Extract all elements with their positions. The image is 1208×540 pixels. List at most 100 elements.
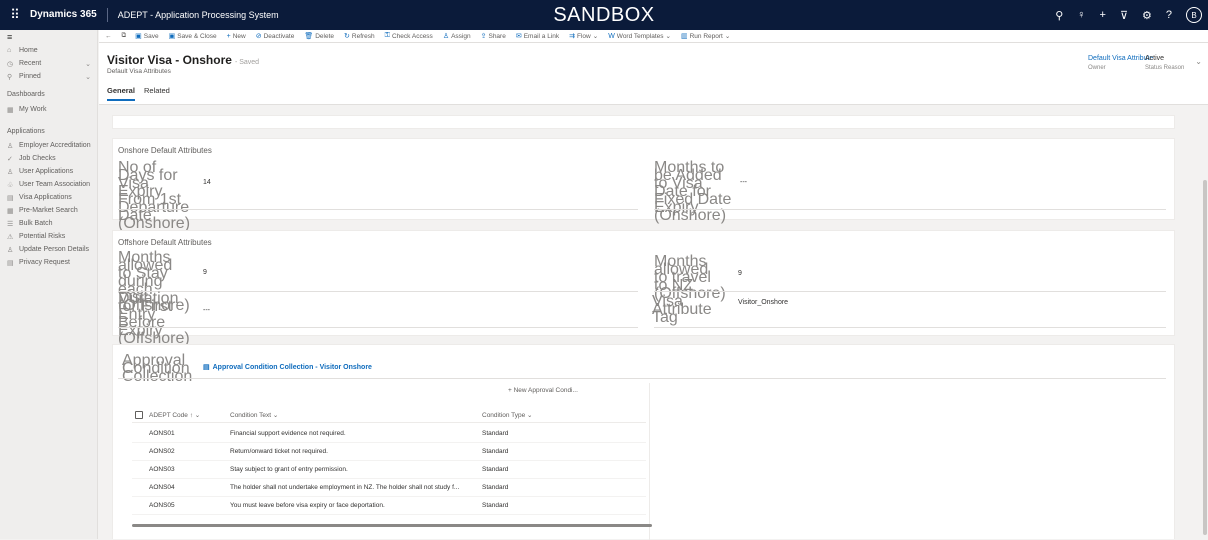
save-close-icon: ▣: [168, 33, 176, 40]
run-report-button[interactable]: ▥ Run Report ⌄: [676, 32, 735, 41]
email-link-button[interactable]: ✉ Email a Link: [511, 32, 564, 41]
table-row[interactable]: AONS01 Financial support evidence not re…: [132, 425, 646, 443]
duration-first-entry-value[interactable]: ---: [203, 307, 210, 314]
lightbulb-icon[interactable]: ♀: [1077, 9, 1085, 21]
sidebar-item-pre-market-search[interactable]: ▦ Pre-Market Search: [0, 204, 97, 217]
offshore-section: Offshore Default Attributes Months allow…: [112, 230, 1175, 347]
sidebar-item-pinned[interactable]: ⚲ Pinned ⌄: [0, 70, 97, 83]
word-templates-button[interactable]: W Word Templates ⌄: [603, 32, 676, 41]
column-header-condition-text[interactable]: Condition Text ⌄: [230, 411, 480, 419]
warning-icon: ⚠: [7, 233, 14, 241]
back-arrow-icon[interactable]: ←: [99, 33, 116, 40]
share-icon: ⇪: [480, 33, 487, 40]
avatar[interactable]: B: [1186, 7, 1202, 23]
app-name[interactable]: ADEPT - Application Processing System: [108, 10, 279, 20]
column-divider: [649, 383, 650, 540]
check-icon: ✓: [7, 155, 13, 163]
column-header-condition-type[interactable]: Condition Type ⌄: [482, 411, 533, 419]
sidebar-item-home[interactable]: ⌂ Home: [0, 44, 97, 57]
divider: [654, 291, 1166, 292]
sidebar-item-my-work[interactable]: ▦ My Work: [0, 103, 97, 116]
months-added-value[interactable]: ---: [740, 179, 747, 186]
months-stay-value[interactable]: 9: [203, 269, 207, 276]
sidebar-item-bulk-batch[interactable]: ☰ Bulk Batch: [0, 217, 97, 230]
page-title: Visitor Visa - Onshore - Saved: [107, 53, 260, 67]
sidebar-item-user-team-association[interactable]: ♧ User Team Association: [0, 178, 97, 191]
no-of-days-value[interactable]: 14: [203, 179, 211, 186]
sidebar: ≡ ⌂ Home ◷ Recent ⌄ ⚲ Pinned ⌄ Dashboards ▦ My…: [0, 30, 98, 539]
adept-code-cell[interactable]: AONS04: [149, 484, 175, 491]
vertical-scrollbar[interactable]: [1203, 180, 1207, 535]
condition-type-cell: Standard: [482, 502, 509, 509]
plus-icon[interactable]: +: [1100, 9, 1106, 21]
search-icon[interactable]: ⚲: [1055, 9, 1063, 22]
sidebar-item-employer-accreditation[interactable]: ♙ Employer Accreditation: [0, 139, 97, 152]
flow-button[interactable]: ⇉ Flow ⌄: [564, 32, 603, 41]
adept-code-cell[interactable]: AONS02: [149, 448, 175, 455]
sidebar-item-job-checks[interactable]: ✓ Job Checks: [0, 152, 97, 165]
months-travel-value[interactable]: 9: [738, 270, 742, 277]
help-icon[interactable]: ?: [1166, 9, 1172, 21]
chevron-down-icon: ⌄: [85, 60, 91, 68]
app-launcher-icon[interactable]: ⠿: [0, 0, 30, 30]
chevron-down-icon: ⌄: [85, 73, 91, 81]
popout-icon[interactable]: ⧉: [116, 32, 131, 40]
share-button[interactable]: ⇪ Share: [476, 32, 511, 41]
adept-code-cell[interactable]: AONS05: [149, 502, 175, 509]
horizontal-scrollbar[interactable]: [132, 524, 652, 527]
hamburger-icon[interactable]: ≡: [0, 30, 97, 44]
new-approval-condition-button[interactable]: + New Approval Condi...: [508, 387, 578, 394]
condition-text-cell: You must leave before visa expiry or fac…: [230, 502, 385, 509]
conditions-section: Approval Condition Collection ▤ Approval …: [112, 344, 1175, 540]
tab-related[interactable]: Related: [144, 86, 170, 101]
delete-button[interactable]: 🗑 Delete: [299, 32, 339, 41]
table-row[interactable]: AONS05 You must leave before visa expiry…: [132, 497, 646, 515]
dashboard-icon: ▦: [7, 106, 14, 114]
filter-icon[interactable]: ⊽: [1120, 9, 1128, 22]
assign-button[interactable]: ♙ Assign: [438, 32, 476, 41]
list-icon: ☰: [7, 220, 14, 228]
table-row[interactable]: AONS04 The holder shall not undertake em…: [132, 479, 646, 497]
section-title: Offshore Default Attributes: [118, 238, 212, 247]
save-close-button[interactable]: ▣ Save & Close: [164, 32, 222, 41]
sidebar-item-user-applications[interactable]: ♙ User Applications: [0, 165, 97, 178]
deactivate-icon: ⊘: [255, 33, 262, 40]
check-access-button[interactable]: ⚿ Check Access: [380, 32, 438, 40]
chevron-down-icon: ⌄: [592, 33, 599, 40]
form-body: Onshore Default Attributes No of Days fo…: [99, 106, 1200, 540]
flow-icon: ⇉: [569, 33, 575, 40]
visa-attribute-tag-value[interactable]: Visitor_Onshore: [738, 299, 788, 306]
assign-icon: ♙: [442, 33, 450, 40]
word-icon: W: [608, 32, 615, 40]
brand-label[interactable]: Dynamics 365: [30, 8, 108, 22]
sidebar-item-privacy-request[interactable]: ▤ Privacy Request: [0, 256, 97, 269]
tab-general[interactable]: General: [107, 86, 135, 101]
sidebar-item-recent[interactable]: ◷ Recent ⌄: [0, 57, 97, 70]
save-button[interactable]: ▣ Save: [130, 32, 163, 41]
grid-header: ADEPT Code ↑ ⌄ Condition Text ⌄ Conditio…: [132, 407, 646, 423]
select-all-checkbox[interactable]: [135, 410, 143, 419]
condition-collection-link[interactable]: ▤ Approval Condition Collection - Visitor…: [203, 363, 372, 372]
chevron-down-icon[interactable]: ⌄: [1195, 57, 1202, 66]
refresh-button[interactable]: ↻ Refresh: [339, 32, 380, 41]
adept-code-cell[interactable]: AONS01: [149, 430, 175, 437]
new-button[interactable]: + New: [222, 33, 251, 40]
sidebar-item-visa-applications[interactable]: ▤ Visa Applications: [0, 191, 97, 204]
status-reason-value: Active: [1145, 55, 1165, 62]
adept-code-cell[interactable]: AONS03: [149, 466, 175, 473]
chevron-down-icon: ⌄: [665, 33, 671, 40]
top-section: [112, 115, 1175, 129]
column-header-adept-code[interactable]: ADEPT Code ↑ ⌄: [149, 411, 200, 419]
sidebar-item-potential-risks[interactable]: ⚠ Potential Risks: [0, 230, 97, 243]
field-label: Months allowed to travel to NZ (Offshore…: [654, 253, 726, 302]
sidebar-group-dashboards: Dashboards: [7, 91, 45, 98]
table-row[interactable]: AONS02 Return/onward ticket not required…: [132, 443, 646, 461]
gear-icon[interactable]: ⚙: [1142, 9, 1152, 22]
sidebar-item-update-person-details[interactable]: ♙ Update Person Details: [0, 243, 97, 256]
person-icon: ♙: [7, 142, 14, 150]
owner-link[interactable]: Default Visa Attribute: [1088, 55, 1153, 62]
deactivate-button[interactable]: ⊘ Deactivate: [251, 32, 300, 41]
delete-icon: 🗑: [304, 33, 314, 40]
record-subtitle: Default Visa Attributes: [107, 68, 171, 75]
table-row[interactable]: AONS03 Stay subject to grant of entry pe…: [132, 461, 646, 479]
